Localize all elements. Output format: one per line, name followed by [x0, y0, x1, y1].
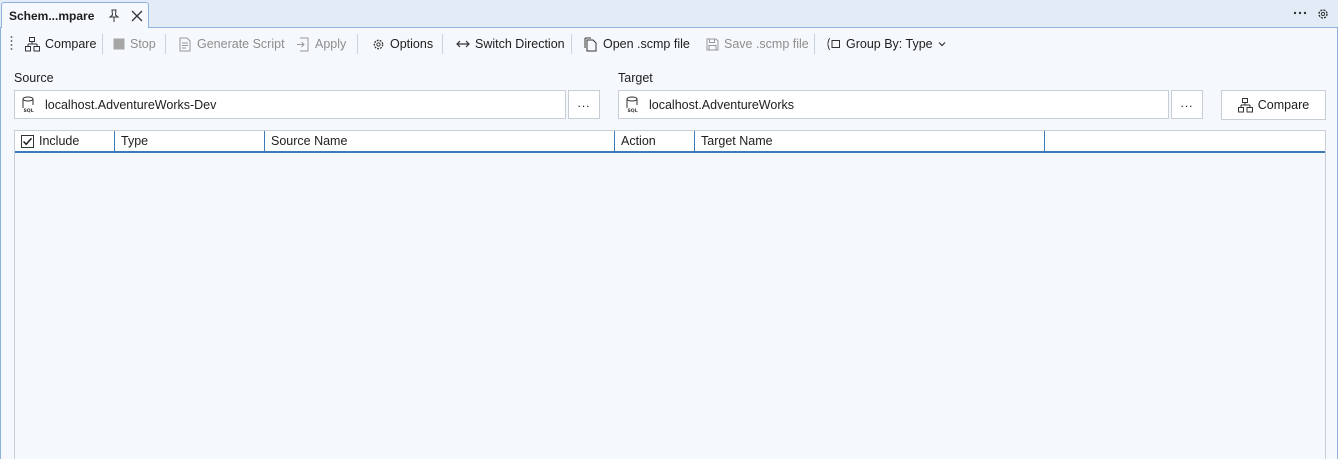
- generate-script-label: Generate Script: [197, 37, 285, 51]
- compare-button[interactable]: Compare: [1221, 90, 1326, 120]
- chevron-down-icon: [938, 42, 946, 47]
- apply-button[interactable]: Apply: [296, 33, 346, 55]
- tab-title: Schem...mpare: [9, 9, 95, 23]
- svg-text:SQL: SQL: [628, 108, 638, 113]
- database-icon: SQL: [626, 96, 638, 113]
- column-header-target-name[interactable]: Target Name: [695, 131, 1045, 151]
- group-by-dropdown[interactable]: Group By: Type: [827, 33, 946, 55]
- options-button[interactable]: Options: [372, 33, 433, 55]
- stop-button[interactable]: Stop: [113, 33, 156, 55]
- stop-icon: [113, 38, 125, 50]
- toolbar: Compare Stop Generate Script Apply Optio…: [1, 28, 1337, 60]
- generate-script-button[interactable]: Generate Script: [178, 33, 285, 55]
- source-label: Source: [14, 71, 54, 85]
- generate-script-icon: [179, 37, 191, 51]
- compare-icon: [25, 36, 40, 51]
- document-tab-strip: Schem...mpare: [0, 0, 1338, 29]
- column-header-source-name[interactable]: Source Name: [265, 131, 615, 151]
- target-browse-button[interactable]: ...: [1171, 90, 1203, 119]
- target-connection-field[interactable]: SQL localhost.AdventureWorks: [618, 90, 1169, 119]
- options-icon: [373, 39, 384, 49]
- column-header-include[interactable]: Include: [15, 131, 115, 151]
- gear-icon[interactable]: [1316, 7, 1330, 21]
- column-header-type[interactable]: Type: [115, 131, 265, 151]
- column-header-include-label: Include: [39, 134, 80, 148]
- target-connection-text: localhost.AdventureWorks: [649, 97, 794, 112]
- toolbar-separator: [442, 34, 443, 54]
- toolbar-separator: [165, 34, 166, 54]
- toolbar-separator: [357, 34, 358, 54]
- source-connection-field[interactable]: SQL localhost.AdventureWorks-Dev: [14, 90, 566, 119]
- svg-text:SQL: SQL: [24, 108, 34, 113]
- switch-direction-icon: [456, 40, 470, 48]
- save-scmp-button[interactable]: Save .scmp file: [706, 33, 809, 55]
- column-header-action[interactable]: Action: [615, 131, 695, 151]
- database-icon: SQL: [22, 96, 34, 113]
- toolbar-separator: [571, 34, 572, 54]
- group-by-label: Group By: Type: [846, 37, 933, 51]
- open-scmp-label: Open .scmp file: [603, 37, 690, 51]
- save-file-icon: [706, 38, 719, 50]
- open-file-icon: [584, 37, 597, 51]
- compare-icon: [1237, 97, 1253, 112]
- apply-label: Apply: [315, 37, 347, 51]
- compare-toolbar-button[interactable]: Compare: [25, 33, 96, 55]
- compare-toolbar-label: Compare: [45, 37, 97, 51]
- tab-schema-compare[interactable]: Schem...mpare: [1, 2, 149, 29]
- grid-header: Include Type Source Name Action Target N…: [15, 131, 1325, 153]
- source-connection-text: localhost.AdventureWorks-Dev: [45, 97, 217, 112]
- toolbar-grip-icon[interactable]: [10, 35, 13, 53]
- options-label: Options: [390, 37, 434, 51]
- switch-direction-label: Switch Direction: [475, 37, 565, 51]
- apply-icon: [297, 37, 309, 51]
- pin-icon[interactable]: [108, 9, 120, 23]
- target-label: Target: [618, 71, 653, 85]
- toolbar-separator: [102, 34, 103, 54]
- include-all-checkbox[interactable]: [21, 134, 34, 148]
- more-icon[interactable]: [1293, 6, 1307, 20]
- save-scmp-label: Save .scmp file: [724, 37, 809, 51]
- source-browse-button[interactable]: ...: [568, 90, 600, 119]
- checkmark-icon: [22, 137, 33, 145]
- switch-direction-button[interactable]: Switch Direction: [456, 33, 565, 55]
- toolbar-separator: [814, 34, 815, 54]
- close-icon[interactable]: [131, 10, 143, 22]
- open-scmp-button[interactable]: Open .scmp file: [584, 33, 690, 55]
- schema-compare-panel: Compare Stop Generate Script Apply Optio…: [0, 28, 1338, 459]
- compare-button-label: Compare: [1257, 98, 1310, 112]
- results-grid[interactable]: Include Type Source Name Action Target N…: [14, 130, 1326, 459]
- group-by-icon: [827, 38, 840, 50]
- stop-label: Stop: [130, 37, 156, 51]
